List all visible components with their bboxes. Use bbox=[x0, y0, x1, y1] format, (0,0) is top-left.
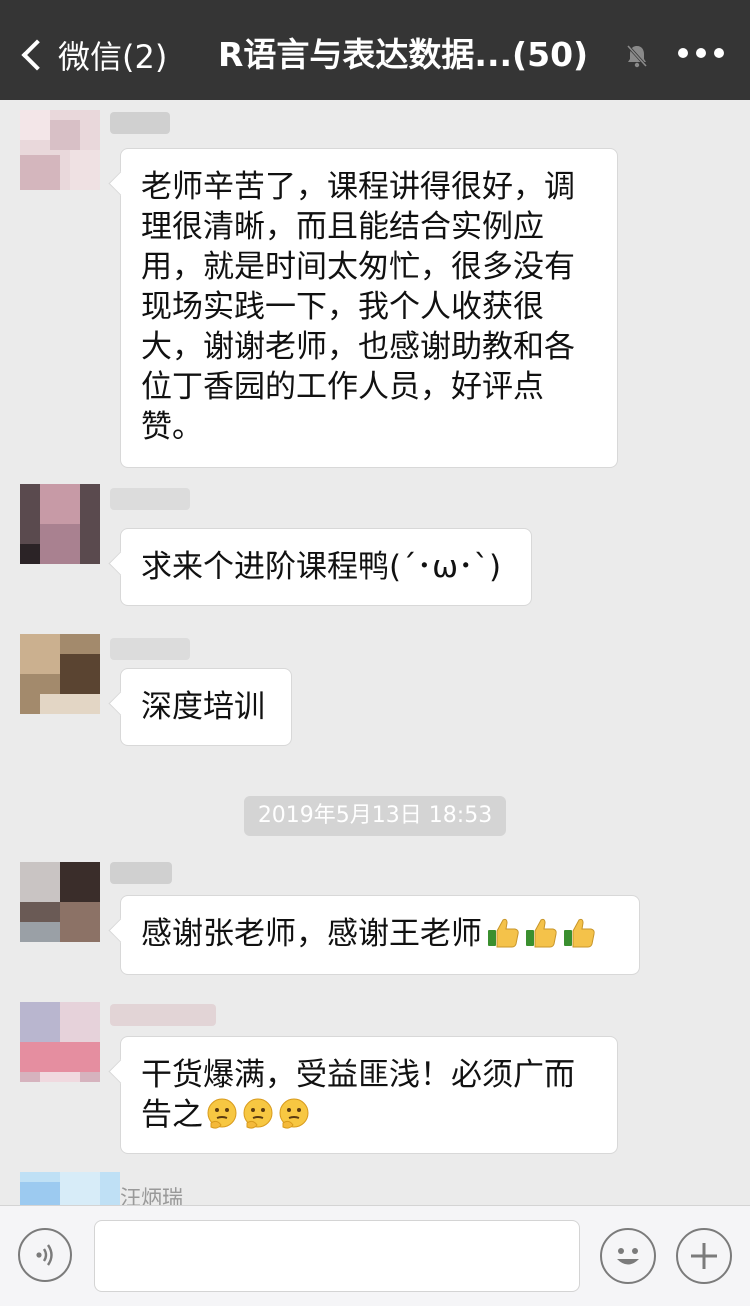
navigation-bar: 微信(2) R语言与表达数据...(50) bbox=[0, 10, 750, 100]
message-text: 老师辛苦了，课程讲得很好，调理很清晰，而且能结合实例应用，就是时间太匆忙，很多没… bbox=[141, 169, 575, 445]
message-bubble[interactable]: 老师辛苦了，课程讲得很好，调理很清晰，而且能结合实例应用，就是时间太匆忙，很多没… bbox=[120, 148, 618, 468]
message-bubble[interactable]: 感谢张老师，感谢王老师 bbox=[120, 895, 640, 975]
avatar[interactable] bbox=[20, 1002, 100, 1082]
avatar[interactable] bbox=[20, 862, 100, 942]
message-text: 求来个进阶课程鸭(´･ω･`) bbox=[141, 549, 502, 585]
back-button[interactable]: 微信(2) bbox=[20, 34, 167, 76]
plus-button[interactable] bbox=[676, 1228, 732, 1284]
thumbs-up-emoji bbox=[564, 918, 595, 948]
nickname bbox=[110, 1004, 216, 1026]
message-text: 深度培训 bbox=[141, 689, 265, 725]
nickname bbox=[110, 112, 170, 134]
thinking-face-emoji bbox=[207, 1098, 237, 1129]
bell-off-icon bbox=[626, 44, 648, 68]
smiley-icon bbox=[617, 1248, 639, 1265]
nickname bbox=[110, 488, 190, 510]
thinking-face-emoji bbox=[279, 1098, 309, 1129]
back-label: 微信(2) bbox=[58, 38, 168, 76]
thinking-face-emoji bbox=[243, 1098, 273, 1129]
status-bar bbox=[0, 0, 750, 10]
nickname bbox=[110, 862, 172, 884]
thumbs-up-emoji bbox=[488, 918, 519, 948]
chat-title: R语言与表达数据...(50) bbox=[218, 35, 589, 74]
more-dots-icon[interactable] bbox=[678, 48, 724, 58]
input-bar bbox=[0, 1205, 750, 1306]
message-bubble[interactable]: 求来个进阶课程鸭(´･ω･`) bbox=[120, 528, 532, 606]
timestamp: 2019年5月13日 18:53 bbox=[244, 796, 506, 836]
message-bubble[interactable]: 干货爆满，受益匪浅！必须广而告之 bbox=[120, 1036, 618, 1154]
avatar[interactable] bbox=[20, 110, 100, 190]
message-input[interactable] bbox=[94, 1220, 580, 1292]
plus-icon bbox=[691, 1243, 717, 1269]
avatar[interactable] bbox=[20, 1172, 120, 1205]
message-text: 感谢张老师，感谢王老师 bbox=[141, 916, 482, 952]
emoji-button[interactable] bbox=[600, 1228, 656, 1284]
voice-icon bbox=[36, 1244, 53, 1266]
nickname bbox=[110, 638, 190, 660]
avatar[interactable] bbox=[20, 484, 100, 564]
voice-button[interactable] bbox=[18, 1228, 72, 1282]
avatar[interactable] bbox=[20, 634, 100, 714]
message-bubble[interactable]: 深度培训 bbox=[120, 668, 292, 746]
chevron-left-icon bbox=[21, 39, 53, 71]
thumbs-up-emoji bbox=[526, 918, 557, 948]
